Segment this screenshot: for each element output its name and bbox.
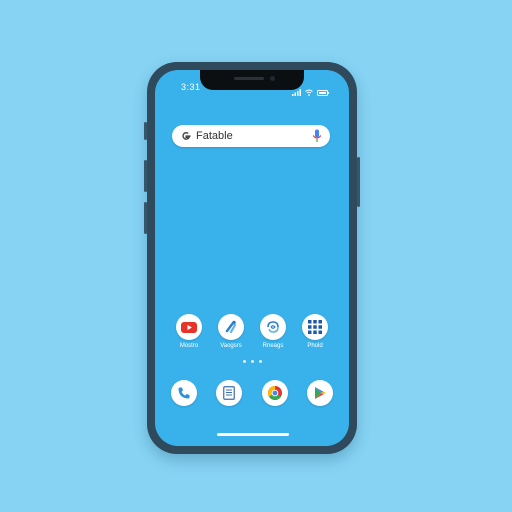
youtube-icon: [176, 314, 202, 340]
swirl-icon: [260, 314, 286, 340]
chrome-icon[interactable]: [261, 380, 288, 406]
mic-icon[interactable]: [312, 129, 322, 143]
power-button: [357, 157, 360, 207]
speaker-grille: [234, 77, 264, 80]
home-indicator[interactable]: [217, 433, 289, 436]
app-label: Vaogsrs: [220, 343, 242, 349]
status-time: 3:31: [181, 82, 201, 92]
dock: [171, 380, 333, 406]
page-dot: [258, 360, 262, 363]
app-label: Mostro: [179, 343, 199, 349]
signal-icon: [292, 83, 301, 101]
notes-icon[interactable]: [216, 380, 243, 406]
page-indicator: [155, 360, 349, 363]
app-mostro[interactable]: Mostro: [171, 314, 207, 349]
search-text[interactable]: Fatable: [196, 130, 312, 142]
notch: [200, 70, 304, 90]
app-vaogsrs[interactable]: Vaogsrs: [213, 314, 249, 349]
app-label: Rneags: [262, 343, 284, 349]
search-bar[interactable]: Fatable: [172, 125, 330, 147]
status-icons: [292, 83, 329, 101]
page-dot: [250, 360, 254, 363]
app-row: Mostro Vaogsrs Rneags Phold: [171, 314, 333, 349]
volume-down-button: [144, 202, 147, 234]
mute-switch: [144, 122, 147, 140]
tools-icon: [218, 314, 244, 340]
phone-frame: 3:31 Fatable Mostro Vaogsrs Rneags Phold: [144, 62, 360, 454]
google-g-icon: [182, 132, 191, 140]
front-camera: [270, 76, 275, 81]
battery-icon: [317, 83, 329, 101]
app-label: Phold: [307, 343, 323, 349]
volume-up-button: [144, 160, 147, 192]
play-store-icon[interactable]: [306, 380, 333, 406]
wifi-icon: [305, 83, 313, 101]
page-dot: [242, 360, 246, 363]
home-screen: 3:31 Fatable Mostro Vaogsrs Rneags Phold: [155, 70, 349, 446]
app-phold[interactable]: Phold: [297, 314, 333, 349]
phone-icon[interactable]: [171, 380, 197, 406]
grid-icon: [302, 314, 328, 340]
app-rneags[interactable]: Rneags: [255, 314, 291, 349]
